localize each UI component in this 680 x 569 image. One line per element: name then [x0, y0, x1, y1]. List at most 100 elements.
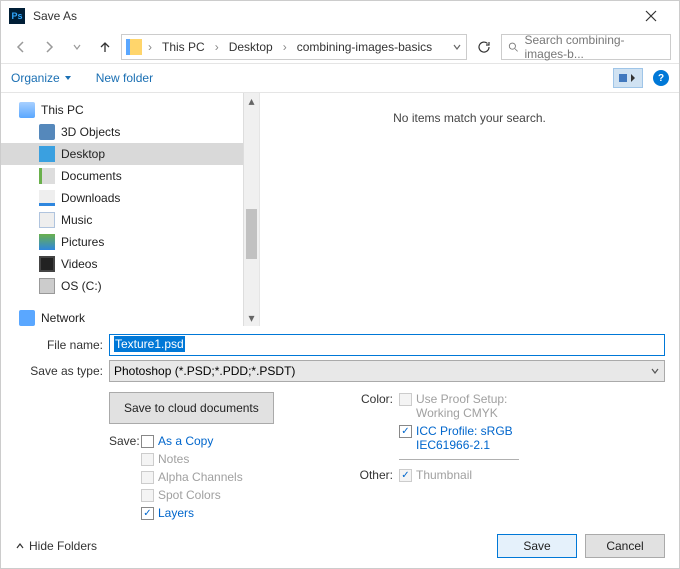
scroll-thumb[interactable] — [246, 209, 257, 259]
new-folder-button[interactable]: New folder — [96, 71, 153, 85]
chevron-down-icon — [64, 74, 72, 82]
save-option-3: Spot Colors — [141, 488, 243, 502]
search-input[interactable]: Search combining-images-b... — [501, 34, 671, 60]
tree-item-downloads[interactable]: Downloads — [1, 187, 259, 209]
checkbox-label: Layers — [158, 506, 194, 520]
save-option-1: Notes — [141, 452, 243, 466]
color-option-0: Use Proof Setup: Working CMYK — [399, 392, 659, 420]
tree-item-documents[interactable]: Documents — [1, 165, 259, 187]
save-button[interactable]: Save — [497, 534, 577, 558]
pics-icon — [39, 234, 55, 250]
form-area: File name: Texture1.psd Save as type: Ph… — [1, 326, 679, 528]
forward-button[interactable] — [37, 35, 61, 59]
hide-folders-button[interactable]: Hide Folders — [15, 539, 97, 553]
tree-item-videos[interactable]: Videos — [1, 253, 259, 275]
tree-scrollbar[interactable]: ▴ ▾ — [243, 93, 259, 326]
folder-icon — [126, 39, 142, 55]
tree-item-3d-objects[interactable]: 3D Objects — [1, 121, 259, 143]
save-option-2: Alpha Channels — [141, 470, 243, 484]
main-area: This PC 3D Objects Desktop Documents Downloa… — [1, 93, 679, 326]
view-button[interactable] — [613, 68, 643, 88]
footer: Hide Folders Save Cancel — [1, 524, 679, 568]
tree-item-os-c-[interactable]: OS (C:) — [1, 275, 259, 297]
checkbox-icon: ✓ — [399, 469, 412, 482]
scroll-down-icon[interactable]: ▾ — [244, 310, 259, 326]
crumb-folder[interactable]: combining-images-basics — [291, 38, 438, 56]
tree-item-label: Desktop — [61, 147, 105, 161]
window-title: Save As — [33, 9, 631, 23]
empty-message: No items match your search. — [393, 111, 546, 125]
checkbox-icon[interactable]: ✓ — [141, 507, 154, 520]
color-option-1[interactable]: ✓ ICC Profile: sRGB IEC61966-2.1 — [399, 424, 659, 452]
scroll-up-icon[interactable]: ▴ — [244, 93, 259, 109]
3d-icon — [39, 124, 55, 140]
tree-item-this-pc[interactable]: This PC — [1, 99, 259, 121]
tree-item-label: Music — [61, 213, 92, 227]
checkbox-icon — [141, 489, 154, 502]
tree-item-label: Downloads — [61, 191, 120, 205]
tree-item-label: Network — [41, 311, 85, 325]
navbar: › This PC › Desktop › combining-images-b… — [1, 31, 679, 63]
recent-dropdown-icon[interactable] — [65, 35, 89, 59]
tree-item-label: Documents — [61, 169, 122, 183]
checkbox-icon — [141, 453, 154, 466]
tree-item-label: 3D Objects — [61, 125, 120, 139]
tree-item-label: Pictures — [61, 235, 104, 249]
filename-input[interactable]: Texture1.psd — [109, 334, 665, 356]
os-icon — [39, 278, 55, 294]
filetype-value: Photoshop (*.PSD;*.PDD;*.PSDT) — [114, 364, 295, 378]
checkbox-icon[interactable] — [141, 435, 154, 448]
save-section-label: Save: — [109, 434, 141, 520]
breadcrumb-dropdown-icon[interactable] — [452, 42, 462, 52]
search-placeholder: Search combining-images-b... — [525, 33, 665, 61]
filetype-label: Save as type: — [1, 364, 109, 378]
filename-label: File name: — [1, 338, 109, 352]
tree-item-label: Videos — [61, 257, 97, 271]
chevron-right-icon[interactable]: › — [146, 40, 154, 54]
cancel-button[interactable]: Cancel — [585, 534, 665, 558]
breadcrumb[interactable]: › This PC › Desktop › combining-images-b… — [121, 34, 467, 60]
folder-tree[interactable]: This PC 3D Objects Desktop Documents Downloa… — [1, 93, 259, 326]
crumb-desktop[interactable]: Desktop — [223, 38, 279, 56]
checkbox-label: Thumbnail — [416, 468, 472, 482]
up-button[interactable] — [93, 35, 117, 59]
save-to-cloud-button[interactable]: Save to cloud documents — [109, 392, 274, 424]
refresh-button[interactable] — [471, 34, 497, 60]
music-icon — [39, 212, 55, 228]
down-icon — [39, 190, 55, 206]
crumb-this-pc[interactable]: This PC — [156, 38, 211, 56]
checkbox-label: As a Copy — [158, 434, 213, 448]
filename-value: Texture1.psd — [114, 336, 185, 352]
filetype-select[interactable]: Photoshop (*.PSD;*.PDD;*.PSDT) — [109, 360, 665, 382]
organize-menu[interactable]: Organize — [11, 71, 72, 85]
net-icon — [19, 310, 35, 326]
help-button[interactable]: ? — [653, 70, 669, 86]
save-option-0[interactable]: As a Copy — [141, 434, 243, 448]
separator — [399, 456, 519, 460]
vid-icon — [39, 256, 55, 272]
tree-item-desktop[interactable]: Desktop — [1, 143, 259, 165]
tree-item-label: OS (C:) — [61, 279, 102, 293]
file-list[interactable]: No items match your search. — [260, 93, 679, 326]
chevron-right-icon[interactable]: › — [213, 40, 221, 54]
checkbox-label: ICC Profile: sRGB IEC61966-2.1 — [416, 424, 546, 452]
checkbox-icon[interactable]: ✓ — [399, 425, 412, 438]
chevron-up-icon — [15, 541, 25, 551]
back-button[interactable] — [9, 35, 33, 59]
checkbox-icon — [141, 471, 154, 484]
close-button[interactable] — [631, 1, 671, 31]
checkbox-icon — [399, 393, 412, 406]
checkbox-label: Spot Colors — [158, 488, 221, 502]
desktop-icon — [39, 146, 55, 162]
checkbox-label: Use Proof Setup: Working CMYK — [416, 392, 536, 420]
other-option-0: ✓ Thumbnail — [399, 468, 659, 482]
tree-item-label: This PC — [41, 103, 84, 117]
chevron-right-icon[interactable]: › — [281, 40, 289, 54]
tree-item-network[interactable]: Network — [1, 307, 259, 326]
tree-item-pictures[interactable]: Pictures — [1, 231, 259, 253]
thispc-icon — [19, 102, 35, 118]
titlebar: Ps Save As — [1, 1, 679, 31]
chevron-down-icon — [650, 366, 660, 376]
tree-item-music[interactable]: Music — [1, 209, 259, 231]
save-option-4[interactable]: ✓ Layers — [141, 506, 243, 520]
